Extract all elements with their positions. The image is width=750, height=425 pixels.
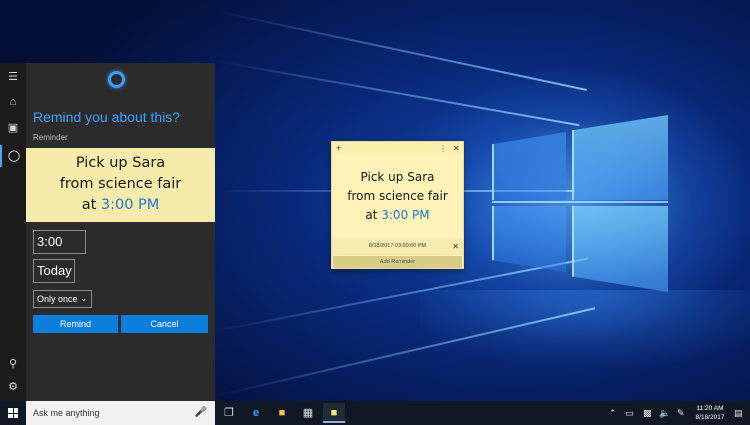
- sticky-line-1: Pick up Sara: [360, 170, 435, 184]
- dismiss-reminder-icon[interactable]: ✕: [452, 238, 459, 255]
- reminder-datetime: 8/18/2017 03:00:00 PM: [368, 243, 427, 249]
- logo-pane-top-right: [572, 115, 668, 200]
- more-options-icon[interactable]: ⋮: [439, 142, 447, 155]
- start-button[interactable]: [0, 401, 26, 425]
- reminder-section-label: Reminder: [33, 133, 68, 142]
- home-icon[interactable]: ⌂: [0, 91, 26, 113]
- action-center-icon[interactable]: ▤: [734, 401, 743, 425]
- date-picker[interactable]: Today: [33, 259, 75, 283]
- network-icon[interactable]: ▩: [643, 401, 652, 425]
- reminder-bar: 8/18/2017 03:00:00 PM ✕: [332, 238, 463, 255]
- note-line-3: at 3:00 PM: [26, 195, 215, 216]
- windows-logo-icon: [8, 408, 18, 418]
- note-line-2: from science fair: [59, 176, 182, 192]
- battery-icon[interactable]: ▭: [625, 401, 634, 425]
- system-clock[interactable]: 11:20 AM 8/18/2017: [694, 404, 726, 422]
- settings-icon[interactable]: ⚙: [0, 376, 26, 398]
- file-explorer-icon[interactable]: ■: [271, 403, 293, 423]
- wallpaper-beam: [214, 60, 580, 127]
- repeat-value: Only once: [37, 294, 78, 304]
- reminder-prompt-title: Remind you about this?: [33, 109, 181, 125]
- cortana-panel: Remind you about this? Reminder Pick up …: [26, 63, 215, 401]
- repeat-dropdown[interactable]: Only once ⌄: [33, 290, 92, 308]
- taskbar: Ask me anything 🎤 ❐ e ■ ▦ ■ ⌃ ▭ ▩ 🔈 ✎ 11…: [0, 401, 750, 425]
- sticky-note-header: + ⋮ ✕: [332, 142, 463, 155]
- time-picker[interactable]: 3:00 PM: [33, 230, 86, 271]
- logo-pane-bottom-right: [572, 206, 668, 292]
- note-line-1: Pick up Sara: [75, 155, 166, 171]
- sticky-note-text[interactable]: Pick up Sara from science fair at 3:00 P…: [332, 168, 463, 225]
- add-reminder-button[interactable]: Add Reminder: [333, 256, 462, 268]
- store-icon[interactable]: ▦: [297, 403, 319, 423]
- cortana-rail: ☰ ⌂ ▣ ◯ ⚲ ⚙: [0, 63, 26, 401]
- close-icon[interactable]: ✕: [453, 142, 460, 155]
- cortana-ring-icon: [108, 71, 125, 88]
- task-view-icon[interactable]: ❐: [218, 403, 240, 423]
- clock-date: 8/18/2017: [695, 414, 725, 421]
- note-time: 3:00 PM: [100, 197, 160, 213]
- edge-icon[interactable]: e: [245, 403, 267, 423]
- microphone-icon[interactable]: 🎤: [195, 401, 207, 425]
- sticky-line-3-prefix: at: [365, 208, 382, 222]
- sticky-line-3: at 3:00 PM: [332, 206, 463, 225]
- sticky-note-window[interactable]: + ⋮ ✕ Pick up Sara from science fair at …: [331, 141, 464, 269]
- sticky-time: 3:00 PM: [381, 208, 430, 222]
- clock-time: 11:20 AM: [696, 405, 724, 412]
- sticky-notes-icon[interactable]: ■: [323, 403, 345, 423]
- hamburger-icon[interactable]: ☰: [0, 66, 26, 88]
- add-note-icon[interactable]: +: [336, 142, 341, 155]
- logo-pane-top-left: [492, 132, 566, 200]
- wallpaper-glow: [420, 290, 750, 401]
- logo-divider: [492, 201, 668, 203]
- logo-pane-bottom-left: [492, 206, 566, 272]
- chevron-up-icon[interactable]: ⌃: [609, 401, 617, 425]
- pen-icon[interactable]: ✎: [677, 401, 685, 425]
- feedback-icon[interactable]: ⚲: [0, 353, 26, 375]
- reminder-note-preview: Pick up Sara from science fair at 3:00 P…: [26, 148, 215, 222]
- search-placeholder: Ask me anything: [33, 408, 100, 418]
- note-line-3-prefix: at: [81, 197, 101, 213]
- sticky-line-2: from science fair: [347, 189, 448, 203]
- cortana-search-box[interactable]: Ask me anything 🎤: [26, 401, 215, 425]
- chevron-down-icon: ⌄: [80, 294, 87, 303]
- reminder-bulb-icon[interactable]: ◯: [0, 145, 26, 167]
- remind-button[interactable]: Remind: [33, 315, 118, 333]
- wallpaper-beam: [214, 10, 587, 91]
- notebook-icon[interactable]: ▣: [0, 117, 26, 139]
- volume-icon[interactable]: 🔈: [659, 401, 670, 425]
- cancel-button[interactable]: Cancel: [121, 315, 208, 333]
